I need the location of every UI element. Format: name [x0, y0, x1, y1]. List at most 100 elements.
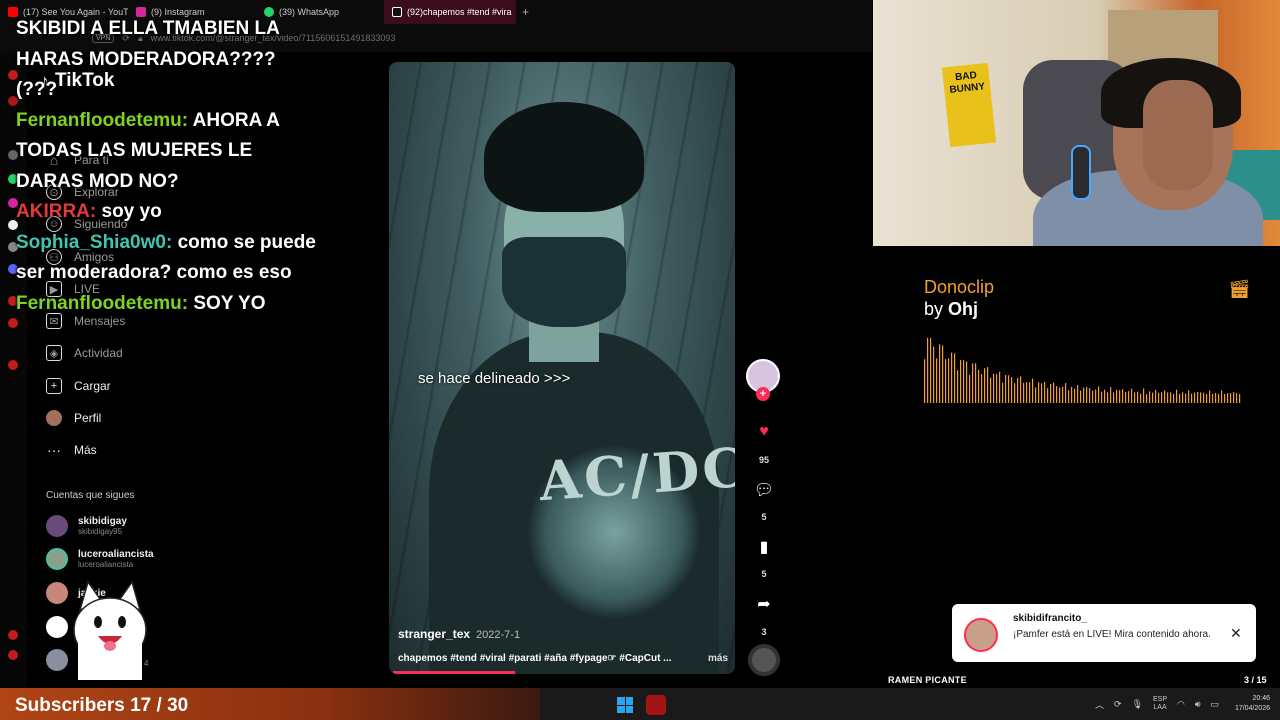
taskbar-app-icon[interactable]	[646, 695, 666, 715]
author-name[interactable]: stranger_tex	[398, 627, 470, 641]
follow-button[interactable]: +	[756, 387, 770, 401]
chat-message: AKIRRA: soy yo	[16, 197, 316, 228]
waveform-bar	[942, 345, 944, 403]
clapperboard-icon: 🎬︎	[1228, 279, 1251, 299]
sidebar-item-label: Actividad	[74, 346, 123, 360]
waveform-bar	[987, 367, 989, 403]
waveform-bar	[1008, 375, 1010, 403]
following-item[interactable]: skibidigay skibidigay95	[46, 515, 127, 537]
waveform-bar	[984, 368, 986, 403]
network-icon[interactable]: ⟳	[1114, 699, 1122, 710]
following-item[interactable]	[46, 616, 68, 638]
waveform-bar	[1215, 392, 1217, 403]
waveform-bar	[1083, 387, 1085, 403]
waveform-bar	[945, 359, 947, 403]
sidebar-item-label: Perfil	[74, 411, 102, 425]
waveform-bar	[1077, 385, 1079, 403]
like-icon[interactable]: ♥	[748, 423, 780, 441]
waveform-bar	[1101, 391, 1103, 403]
extension-icon[interactable]	[8, 650, 18, 660]
waveform-bar	[1125, 391, 1127, 403]
waveform-bar	[978, 369, 980, 403]
settings-icon[interactable]	[8, 360, 18, 370]
bookmark-icon[interactable]: ▮	[748, 537, 780, 557]
language-indicator[interactable]: ESP LAA	[1153, 696, 1167, 712]
notification-title: skibidifrancito_	[1013, 613, 1087, 624]
shirt-print-text: AC/DC	[537, 434, 735, 514]
chevron-up-icon[interactable]: ︿	[1095, 698, 1104, 711]
waveform-bar	[1227, 393, 1229, 403]
waveform-bar	[1128, 391, 1130, 403]
webcam-frame	[1143, 80, 1213, 190]
video-author[interactable]: stranger_tex 2022-7-1	[398, 627, 520, 641]
live-notification[interactable]: skibidifrancito_ ¡Pamfer está en LIVE! M…	[952, 604, 1256, 662]
sidebar-item-mas[interactable]: ··· Más	[46, 442, 97, 458]
waveform-bar	[1047, 388, 1049, 403]
video-player[interactable]: AC/DC se hace delineado >>> stranger_tex…	[389, 62, 735, 674]
chat-message: SKIBIDI A ELLA TMABIEN LA HARAS MODERADO…	[16, 14, 316, 106]
waveform-bar	[1158, 392, 1160, 403]
waveform-bar	[1086, 387, 1088, 403]
waveform-bar	[1146, 394, 1148, 403]
webcam-feed: BAD BUNNY	[873, 0, 1280, 246]
sidebar-item-actividad[interactable]: ◈ Actividad	[46, 345, 123, 361]
share-icon[interactable]: ➦	[748, 594, 780, 614]
waveform-bar	[1221, 390, 1223, 403]
comment-icon[interactable]: 💬︎	[748, 480, 780, 500]
microphone-icon[interactable]: 🎙︎	[1132, 699, 1143, 710]
share-count: 3	[761, 627, 767, 637]
description-text: chapemos #tend #viral #parati #aña #fypa…	[398, 653, 672, 664]
tiktok-icon	[392, 7, 402, 17]
waveform-bar	[1191, 393, 1193, 403]
waveform-bar	[969, 374, 971, 403]
waveform-bar	[1197, 391, 1199, 403]
waveform-bar	[1095, 389, 1097, 403]
extension-icon[interactable]	[8, 630, 18, 640]
avatar	[46, 515, 68, 537]
following-item[interactable]: luceroaliancista luceroaliancista	[46, 548, 154, 570]
windows-start-icon[interactable]	[617, 697, 633, 713]
waveform-bar	[1233, 392, 1235, 403]
taskbar-clock[interactable]: 20:46 17/04/2026	[1212, 694, 1270, 714]
waveform-bar	[1059, 387, 1061, 403]
volume-icon[interactable]: 🔊︎	[1195, 699, 1201, 710]
more-link[interactable]: más	[708, 653, 728, 664]
new-tab-button[interactable]: +	[516, 5, 535, 19]
video-progress[interactable]	[393, 671, 515, 674]
waveform-bar	[1155, 389, 1157, 403]
video-frame	[502, 237, 626, 327]
sidebar-item-label: Más	[74, 443, 97, 457]
stream-chat: SKIBIDI A ELLA TMABIEN LA HARAS MODERADO…	[16, 14, 316, 319]
avatar	[46, 616, 68, 638]
donoclip-title: Donoclip	[924, 277, 995, 297]
waveform-bar	[1164, 390, 1166, 403]
waveform-bar	[957, 370, 959, 403]
waveform-bar	[966, 361, 968, 403]
avatar	[46, 649, 68, 671]
waveform-bar	[1206, 394, 1208, 403]
waveform-bar	[1143, 388, 1145, 403]
waveform-bar	[1212, 393, 1214, 403]
waveform-bar	[1110, 387, 1112, 403]
waveform-bar	[1050, 383, 1052, 403]
waveform-bar	[933, 346, 935, 403]
waveform-bar	[1152, 392, 1154, 403]
headset-icon	[1071, 145, 1091, 200]
music-disc-icon[interactable]	[748, 644, 780, 676]
waveform-bar	[975, 363, 977, 403]
waveform-bar	[993, 373, 995, 403]
video-description[interactable]: chapemos #tend #viral #parati #aña #fypa…	[398, 653, 728, 664]
waveform-bar	[1017, 377, 1019, 403]
audio-waveform	[924, 337, 1241, 403]
waveform-bar	[1002, 382, 1004, 403]
tab-tiktok[interactable]: (92)chapemos #tend #vira	[384, 0, 516, 24]
waveform-bar	[1209, 390, 1211, 403]
wifi-icon[interactable]: ◠	[1177, 699, 1185, 710]
sidebar-item-perfil[interactable]: Perfil	[46, 410, 101, 426]
sidebar-item-cargar[interactable]: + Cargar	[46, 378, 111, 394]
waveform-bar	[1140, 393, 1142, 403]
close-icon[interactable]: ✕	[1230, 625, 1242, 642]
waveform-bar	[1026, 382, 1028, 403]
heart-icon[interactable]	[8, 318, 18, 328]
waveform-bar	[1182, 392, 1184, 403]
